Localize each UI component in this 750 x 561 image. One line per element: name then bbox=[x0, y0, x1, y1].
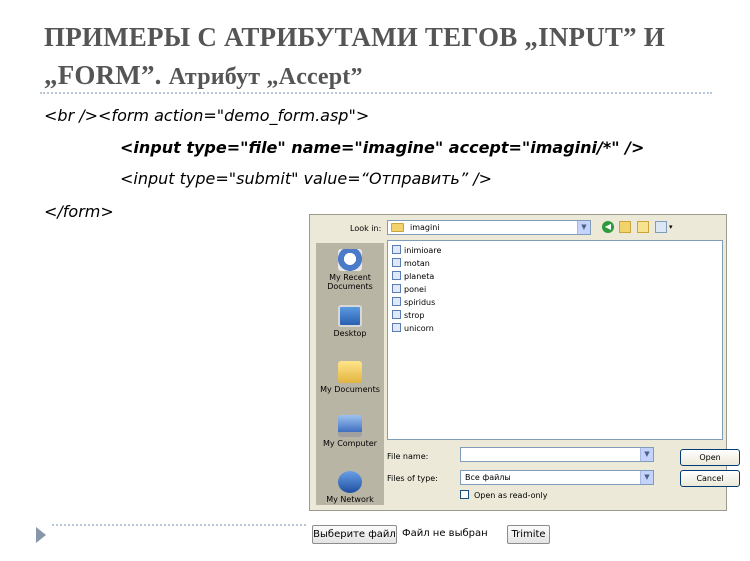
list-item[interactable]: ponei bbox=[392, 284, 426, 296]
view-menu-icon[interactable] bbox=[655, 221, 667, 233]
view-menu-arrow-icon[interactable]: ▾ bbox=[669, 223, 673, 231]
code-line-submit-input: <input type="submit" value=“Отправить” /… bbox=[120, 169, 493, 188]
code-line-file-input: <input type="file" name="imagine" accept… bbox=[120, 138, 645, 157]
files-of-type-value: Все файлы bbox=[465, 473, 511, 482]
image-file-icon bbox=[392, 271, 401, 280]
folder-icon bbox=[391, 223, 404, 232]
desktop-icon bbox=[338, 305, 362, 327]
cancel-button[interactable]: Cancel bbox=[680, 470, 740, 487]
footer-divider bbox=[52, 524, 306, 526]
read-only-checkbox[interactable] bbox=[460, 490, 469, 499]
read-only-label: Open as read-only bbox=[474, 491, 548, 500]
file-name: planeta bbox=[404, 272, 435, 281]
place-label: My Network bbox=[326, 495, 374, 504]
place-label: My Computer bbox=[323, 439, 377, 448]
file-name: strop bbox=[404, 311, 425, 320]
file-name: motan bbox=[404, 259, 430, 268]
file-name: inimioare bbox=[404, 246, 442, 255]
place-my-documents[interactable]: My Documents bbox=[316, 361, 384, 394]
file-name-field[interactable]: ▼ bbox=[460, 447, 654, 462]
my-computer-icon bbox=[338, 415, 362, 437]
title-divider bbox=[40, 92, 712, 94]
image-file-icon bbox=[392, 258, 401, 267]
list-item[interactable]: motan bbox=[392, 258, 430, 270]
recent-documents-icon bbox=[338, 249, 362, 271]
image-file-icon bbox=[392, 297, 401, 306]
files-of-type-label: Files of type: bbox=[387, 474, 438, 483]
title-accept-part: Атрибут „Accept” bbox=[168, 64, 363, 90]
image-file-icon bbox=[392, 310, 401, 319]
code-line-form-close: </form> bbox=[44, 202, 114, 221]
open-button[interactable]: Open bbox=[680, 449, 740, 466]
image-file-icon bbox=[392, 284, 401, 293]
slide-title: ПРИМЕРЫ С АТРИБУТАМИ ТЕГОВ „INPUT” И „FO… bbox=[44, 18, 734, 96]
place-label: My Documents bbox=[320, 385, 380, 394]
chevron-down-icon[interactable]: ▼ bbox=[577, 221, 590, 234]
new-folder-icon[interactable] bbox=[637, 221, 649, 233]
list-item[interactable]: spiridus bbox=[392, 297, 435, 309]
place-label: My Recent Documents bbox=[327, 273, 373, 291]
title-line-1: ПРИМЕРЫ С АТРИБУТАМИ ТЕГОВ „INPUT” И bbox=[44, 22, 665, 52]
image-file-icon bbox=[392, 323, 401, 332]
place-desktop[interactable]: Desktop bbox=[316, 305, 384, 338]
no-file-chosen-label: Файл не выбран bbox=[402, 528, 488, 539]
list-item[interactable]: unicorn bbox=[392, 323, 434, 335]
file-name: unicorn bbox=[404, 324, 434, 333]
up-folder-icon[interactable] bbox=[619, 221, 631, 233]
look-in-value: imagini bbox=[410, 223, 440, 232]
my-network-icon bbox=[338, 471, 362, 493]
title-form-part: „FORM”. bbox=[44, 60, 162, 90]
code-line-form-open: <br /><form action="demo_form.asp"> bbox=[44, 106, 370, 125]
look-in-dropdown[interactable]: imagini ▼ bbox=[387, 220, 591, 235]
list-item[interactable]: planeta bbox=[392, 271, 434, 283]
look-in-label: Look in: bbox=[350, 224, 382, 233]
place-label: Desktop bbox=[333, 329, 367, 338]
file-open-dialog: Look in: imagini ▼ ◀ ▾ My Recent Documen… bbox=[309, 214, 740, 511]
choose-file-button[interactable]: Выберите файл bbox=[312, 525, 397, 544]
list-item[interactable]: inimioare bbox=[392, 245, 441, 257]
places-bar: My Recent Documents Desktop My Documents… bbox=[316, 243, 384, 505]
chevron-down-icon[interactable]: ▼ bbox=[640, 448, 653, 461]
slide-nav-arrow-icon bbox=[36, 527, 46, 543]
back-icon[interactable]: ◀ bbox=[602, 221, 614, 233]
my-documents-icon bbox=[338, 361, 362, 383]
file-name: spiridus bbox=[404, 298, 436, 307]
submit-button[interactable]: Trimite bbox=[507, 525, 550, 544]
place-my-computer[interactable]: My Computer bbox=[316, 415, 384, 448]
chevron-down-icon[interactable]: ▼ bbox=[640, 471, 653, 484]
file-name: ponei bbox=[404, 285, 427, 294]
title-line-2: „FORM”. Атрибут „Accept” bbox=[44, 56, 734, 96]
files-of-type-dropdown[interactable]: Все файлы ▼ bbox=[460, 470, 654, 485]
list-item[interactable]: strop bbox=[392, 310, 424, 322]
image-file-icon bbox=[392, 245, 401, 254]
file-list[interactable]: inimioare motan planeta ponei spiridus s… bbox=[387, 240, 723, 440]
place-my-network[interactable]: My Network bbox=[316, 471, 384, 504]
place-recent-documents[interactable]: My Recent Documents bbox=[316, 249, 384, 291]
file-name-label: File name: bbox=[387, 452, 429, 461]
